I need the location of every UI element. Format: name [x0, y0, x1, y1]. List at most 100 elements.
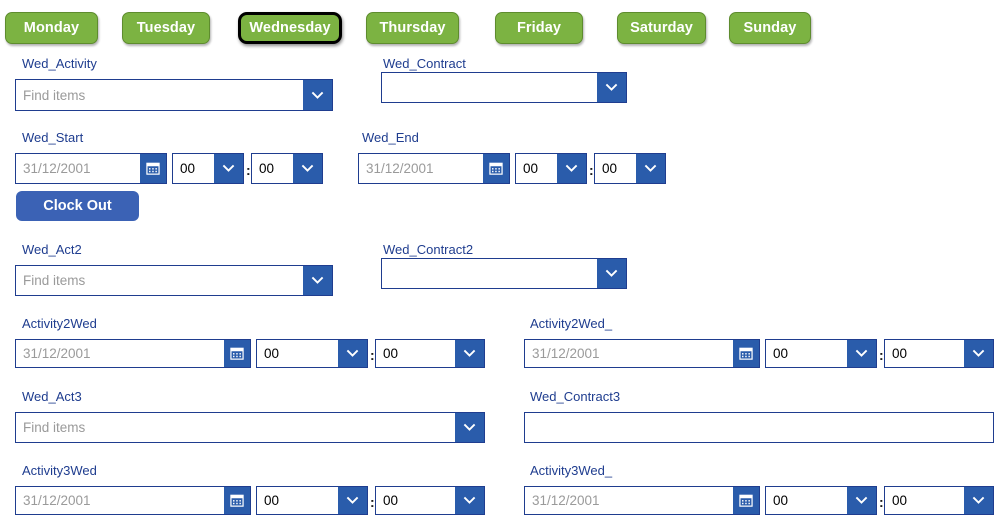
- calendar-icon: [146, 162, 160, 175]
- wed-start-hour-dropdown-button[interactable]: [214, 154, 243, 183]
- activity2wed-alt-hour-dropdown-button[interactable]: [847, 340, 876, 367]
- activity2wed-date-input[interactable]: 31/12/2001: [16, 340, 224, 367]
- activity2wed-minute-dropdown-button[interactable]: [455, 340, 484, 367]
- wed-start-minute-value[interactable]: 00: [252, 154, 293, 183]
- wed-contract2-input[interactable]: [382, 259, 597, 288]
- wed-contract-dropdown-button[interactable]: [597, 73, 626, 102]
- wed-end-minute-dropdown-button[interactable]: [636, 154, 665, 183]
- activity3wed-alt-hour-select[interactable]: 00: [765, 486, 877, 515]
- activity3wed-date-field[interactable]: 31/12/2001: [15, 486, 251, 515]
- clock-out-button[interactable]: Clock Out: [16, 191, 139, 221]
- label-wed-act3: Wed_Act3: [22, 389, 82, 404]
- day-button-tuesday[interactable]: Tuesday: [122, 12, 210, 44]
- chevron-down-icon: [855, 496, 868, 504]
- activity2wed-alt-date-input[interactable]: 31/12/2001: [525, 340, 733, 367]
- wed-activity-combobox[interactable]: Find items: [15, 79, 333, 111]
- activity2wed-alt-date-field[interactable]: 31/12/2001: [524, 339, 760, 368]
- label-wed-contract: Wed_Contract: [383, 56, 466, 71]
- activity3wed-alt-hour-value[interactable]: 00: [766, 487, 847, 514]
- activity2wed-hour-value[interactable]: 00: [257, 340, 338, 367]
- wed-start-minute-dropdown-button[interactable]: [293, 154, 322, 183]
- wed-contract3-input[interactable]: [525, 413, 993, 442]
- activity3wed-minute-select[interactable]: 00: [375, 486, 485, 515]
- activity3wed-alt-minute-value[interactable]: 00: [885, 487, 964, 514]
- label-wed-contract3: Wed_Contract3: [530, 389, 621, 404]
- wed-act3-combobox[interactable]: Find items: [15, 412, 485, 443]
- wed-contract2-dropdown-button[interactable]: [597, 259, 626, 288]
- chevron-down-icon: [311, 276, 324, 284]
- day-button-saturday[interactable]: Saturday: [617, 12, 706, 44]
- day-button-thursday[interactable]: Thursday: [366, 12, 459, 44]
- label-activity3wed: Activity3Wed: [22, 463, 97, 478]
- wed-end-minute-value[interactable]: 00: [595, 154, 636, 183]
- wed-act2-combobox[interactable]: Find items: [15, 265, 333, 296]
- activity2wed-hour-dropdown-button[interactable]: [338, 340, 367, 367]
- activity2wed-alt-hour-value[interactable]: 00: [766, 340, 847, 367]
- wed-act2-input[interactable]: Find items: [16, 266, 303, 295]
- activity2wed-hour-select[interactable]: 00: [256, 339, 368, 368]
- wed-end-hour-value[interactable]: 00: [516, 154, 557, 183]
- activity3wed-alt-date-field[interactable]: 31/12/2001: [524, 486, 760, 515]
- wed-start-date-field[interactable]: 31/12/2001: [15, 153, 167, 184]
- activity2wed-alt-calendar-button[interactable]: [733, 340, 759, 367]
- wed-contract-input[interactable]: [382, 73, 597, 102]
- day-button-sunday[interactable]: Sunday: [729, 12, 811, 44]
- activity3wed-alt-hour-dropdown-button[interactable]: [847, 487, 876, 514]
- activity2wed-date-field[interactable]: 31/12/2001: [15, 339, 251, 368]
- wed-activity-dropdown-button[interactable]: [303, 80, 332, 110]
- wed-contract3-textbox[interactable]: [524, 412, 994, 443]
- wed-act3-input[interactable]: Find items: [16, 413, 455, 442]
- day-button-friday[interactable]: Friday: [495, 12, 583, 44]
- wed-activity-input[interactable]: Find items: [16, 80, 303, 110]
- activity3wed-hour-select[interactable]: 00: [256, 486, 368, 515]
- day-button-monday[interactable]: Monday: [5, 12, 98, 44]
- activity3wed-alt-minute-dropdown-button[interactable]: [964, 487, 993, 514]
- activity3wed-time-separator: :: [370, 494, 375, 510]
- wed-start-minute-select[interactable]: 00: [251, 153, 323, 184]
- calendar-icon: [489, 162, 503, 175]
- activity2wed-minute-select[interactable]: 00: [375, 339, 485, 368]
- wed-start-hour-select[interactable]: 00: [172, 153, 244, 184]
- wed-contract-combobox[interactable]: [381, 72, 627, 103]
- activity3wed-alt-minute-select[interactable]: 00: [884, 486, 994, 515]
- calendar-icon: [739, 347, 753, 360]
- activity3wed-calendar-button[interactable]: [224, 487, 250, 514]
- activity3wed-alt-calendar-button[interactable]: [733, 487, 759, 514]
- wed-contract2-combobox[interactable]: [381, 258, 627, 289]
- wed-start-calendar-button[interactable]: [140, 154, 166, 183]
- wed-act3-dropdown-button[interactable]: [455, 413, 484, 442]
- wed-end-date-input[interactable]: 31/12/2001: [359, 154, 483, 183]
- wed-act2-dropdown-button[interactable]: [303, 266, 332, 295]
- activity2wed-alt-minute-value[interactable]: 00: [885, 340, 964, 367]
- activity2wed-minute-value[interactable]: 00: [376, 340, 455, 367]
- wed-end-minute-select[interactable]: 00: [594, 153, 666, 184]
- activity3wed-minute-value[interactable]: 00: [376, 487, 455, 514]
- chevron-down-icon: [311, 91, 324, 99]
- wed-start-hour-value[interactable]: 00: [173, 154, 214, 183]
- wed-start-date-input[interactable]: 31/12/2001: [16, 154, 140, 183]
- activity3wed-alt-time-separator: :: [879, 494, 884, 510]
- wed-end-hour-select[interactable]: 00: [515, 153, 587, 184]
- activity3wed-hour-value[interactable]: 00: [257, 487, 338, 514]
- wed-end-calendar-button[interactable]: [483, 154, 509, 183]
- activity2wed-alt-minute-dropdown-button[interactable]: [964, 340, 993, 367]
- activity3wed-date-input[interactable]: 31/12/2001: [16, 487, 224, 514]
- day-button-wednesday[interactable]: Wednesday: [238, 12, 342, 44]
- chevron-down-icon: [222, 164, 235, 172]
- calendar-icon: [230, 347, 244, 360]
- activity3wed-minute-dropdown-button[interactable]: [455, 487, 484, 514]
- activity2wed-alt-time-separator: :: [879, 347, 884, 363]
- activity2wed-calendar-button[interactable]: [224, 340, 250, 367]
- activity2wed-alt-hour-select[interactable]: 00: [765, 339, 877, 368]
- chevron-down-icon: [346, 349, 359, 357]
- activity3wed-hour-dropdown-button[interactable]: [338, 487, 367, 514]
- activity2wed-alt-minute-select[interactable]: 00: [884, 339, 994, 368]
- activity2wed-time-separator: :: [370, 347, 375, 363]
- wed-end-date-field[interactable]: 31/12/2001: [358, 153, 510, 184]
- activity3wed-alt-date-input[interactable]: 31/12/2001: [525, 487, 733, 514]
- wed-end-time-separator: :: [589, 162, 594, 178]
- label-wed-start: Wed_Start: [22, 130, 84, 145]
- chevron-down-icon: [346, 496, 359, 504]
- wed-end-hour-dropdown-button[interactable]: [557, 154, 586, 183]
- chevron-down-icon: [855, 349, 868, 357]
